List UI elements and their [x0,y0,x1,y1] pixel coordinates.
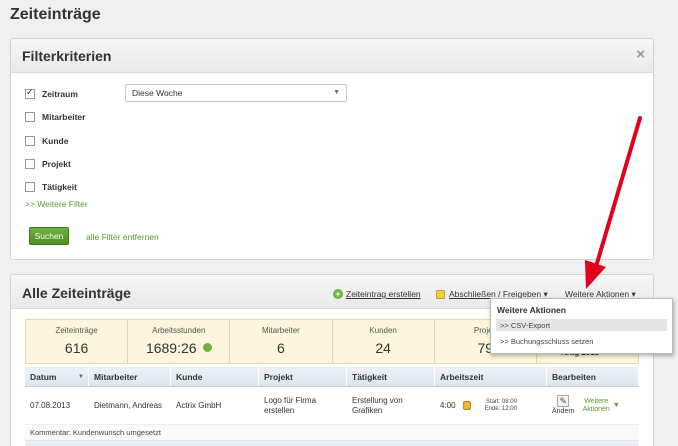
arrow-head [585,260,606,289]
red-arrow-annotation [585,116,642,289]
arrow-shaft [593,116,642,272]
